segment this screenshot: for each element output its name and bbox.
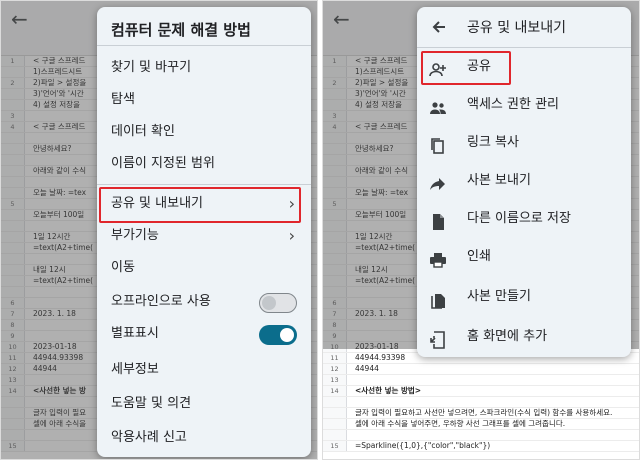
menu-divider — [97, 45, 311, 46]
toggle-knob — [262, 296, 276, 310]
file-copy-icon — [429, 288, 447, 309]
left-screenshot-panel: ← 1 < 구글 스프레드 1)스프레드시트 2 2)파일 > 설정을 3)'언어'와 '… — [0, 0, 318, 460]
people-icon — [429, 96, 447, 114]
copy-icon — [429, 134, 447, 154]
menu-item-send-copy[interactable]: 사본 보내기 — [417, 163, 631, 199]
menu-item-copy-link[interactable]: 링크 복사 — [417, 125, 631, 161]
menu-item-label: 다른 이름으로 저장 — [467, 211, 571, 226]
menu-item-label: 홈 화면에 추가 — [467, 329, 548, 344]
menu-item-label: 이동 — [111, 260, 135, 275]
menu-item-label: 링크 복사 — [467, 135, 519, 150]
menu-item-data-validation[interactable]: 데이터 확인 — [97, 116, 311, 148]
chevron-right-icon: › — [288, 226, 295, 245]
row-number: 12 — [323, 364, 347, 374]
menu-item-share-export[interactable]: 공유 및 내보내기 › — [97, 188, 311, 220]
menu-item-label: 악용사례 신고 — [111, 430, 187, 445]
sheet-row[interactable]: 14 <사선한 넣는 방법> — [323, 386, 639, 397]
menu-item-starred[interactable]: 별표표시 — [97, 318, 311, 350]
menu-item-label: 별표표시 — [111, 326, 159, 341]
offline-toggle[interactable] — [259, 293, 297, 313]
menu-item-print[interactable]: 인쇄 — [417, 239, 631, 275]
more-options-menu: 컴퓨터 문제 해결 방법 찾기 및 바꾸기 탐색 데이터 확인 이름이 지정된 … — [97, 7, 311, 457]
person-add-icon — [429, 58, 447, 77]
row-number: 14 — [323, 386, 347, 396]
sheet-row[interactable]: 셀에 아래 수식을 넣어주면, 우하향 사선 그래프를 셀에 그려줍니다. — [323, 419, 639, 430]
menu-item-named-ranges[interactable]: 이름이 지정된 범위 — [97, 148, 311, 180]
menu-item-label: 도움말 및 의견 — [111, 396, 192, 411]
menu-item-label: 사본 만들기 — [467, 289, 531, 304]
cell-text: 셀에 아래 수식을 넣어주면, 우하향 사선 그래프를 셀에 그려줍니다. — [355, 419, 566, 428]
menu-item-label: 공유 — [467, 59, 491, 74]
row-number: 11 — [323, 353, 347, 363]
row-number — [323, 430, 347, 440]
forward-arrow-icon — [429, 172, 447, 190]
menu-item-add-ons[interactable]: 부가기능 › — [97, 220, 311, 252]
cell-text: =Sparkline({1,0},{"color","black"}) — [355, 441, 491, 450]
starred-toggle[interactable] — [259, 325, 297, 345]
row-number — [323, 397, 347, 407]
menu-item-label: 액세스 권한 관리 — [467, 97, 559, 112]
sheet-row[interactable] — [323, 430, 639, 441]
cell-text: 글자 입력이 필요하고 사선만 넣으려면, 스파크라인(수식 입력) 함수를 사… — [355, 408, 613, 417]
row-number: 15 — [323, 441, 347, 451]
menu-item-label: 탐색 — [111, 92, 135, 107]
submenu-title: 공유 및 내보내기 — [467, 20, 567, 36]
menu-item-share[interactable]: 공유 — [417, 49, 631, 85]
menu-item-manage-access[interactable]: 액세스 권한 관리 — [417, 87, 631, 123]
add-to-home-icon — [429, 328, 447, 349]
menu-item-find-replace[interactable]: 찾기 및 바꾸기 — [97, 52, 311, 84]
menu-item-label: 세부정보 — [111, 362, 159, 377]
sheet-row[interactable]: 15 =Sparkline({1,0},{"color","black"}) — [323, 441, 639, 452]
menu-item-label: 인쇄 — [467, 249, 491, 264]
menu-item-navigate[interactable]: 탐색 — [97, 84, 311, 116]
cell-text: 44944 — [355, 364, 379, 373]
cell-text: 44944.93398 — [355, 353, 406, 362]
sheet-row[interactable]: 13 — [323, 375, 639, 386]
row-number — [323, 408, 347, 418]
sheet-row[interactable]: 글자 입력이 필요하고 사선만 넣으려면, 스파크라인(수식 입력) 함수를 사… — [323, 408, 639, 419]
right-screenshot-panel: ← 1 < 구글 스프레드 1)스프레드시트 2 2)파일 > 설정을 3)'언어'와 '… — [322, 0, 640, 460]
share-export-submenu: 공유 및 내보내기 공유 액세스 권한 관리 링크 복사 사본 보내기 다른 이… — [417, 7, 631, 357]
menu-item-label: 공유 및 내보내기 — [111, 196, 203, 211]
chevron-right-icon: › — [288, 194, 295, 213]
menu-item-add-to-home[interactable]: 홈 화면에 추가 — [417, 319, 631, 355]
menu-item-label: 찾기 및 바꾸기 — [111, 60, 192, 75]
cell-text: <사선한 넣는 방법> — [355, 386, 422, 395]
menu-item-label: 오프라인으로 사용 — [111, 294, 211, 309]
file-icon — [429, 210, 447, 230]
row-number — [323, 419, 347, 429]
menu-item-label: 데이터 확인 — [111, 124, 175, 139]
menu-item-offline[interactable]: 오프라인으로 사용 — [97, 286, 311, 318]
sheet-row[interactable]: 12 44944 — [323, 364, 639, 375]
menu-item-label: 부가기능 — [111, 228, 159, 243]
menu-item-label: 사본 보내기 — [467, 173, 531, 188]
printer-icon — [429, 248, 447, 268]
menu-title: 컴퓨터 문제 해결 방법 — [111, 21, 251, 39]
menu-item-report-abuse[interactable]: 악용사례 신고 — [97, 422, 311, 454]
menu-item-make-copy[interactable]: 사본 만들기 — [417, 279, 631, 315]
menu-item-label: 이름이 지정된 범위 — [111, 156, 215, 171]
menu-item-move[interactable]: 이동 — [97, 252, 311, 284]
row-number: 13 — [323, 375, 347, 385]
sheet-row[interactable] — [323, 397, 639, 408]
menu-item-help-feedback[interactable]: 도움말 및 의견 — [97, 388, 311, 420]
arrow-left-icon[interactable] — [429, 17, 449, 37]
menu-divider — [97, 184, 311, 185]
toggle-knob — [280, 328, 294, 342]
menu-item-details[interactable]: 세부정보 — [97, 354, 311, 386]
menu-divider — [417, 47, 631, 48]
menu-item-save-as[interactable]: 다른 이름으로 저장 — [417, 201, 631, 237]
